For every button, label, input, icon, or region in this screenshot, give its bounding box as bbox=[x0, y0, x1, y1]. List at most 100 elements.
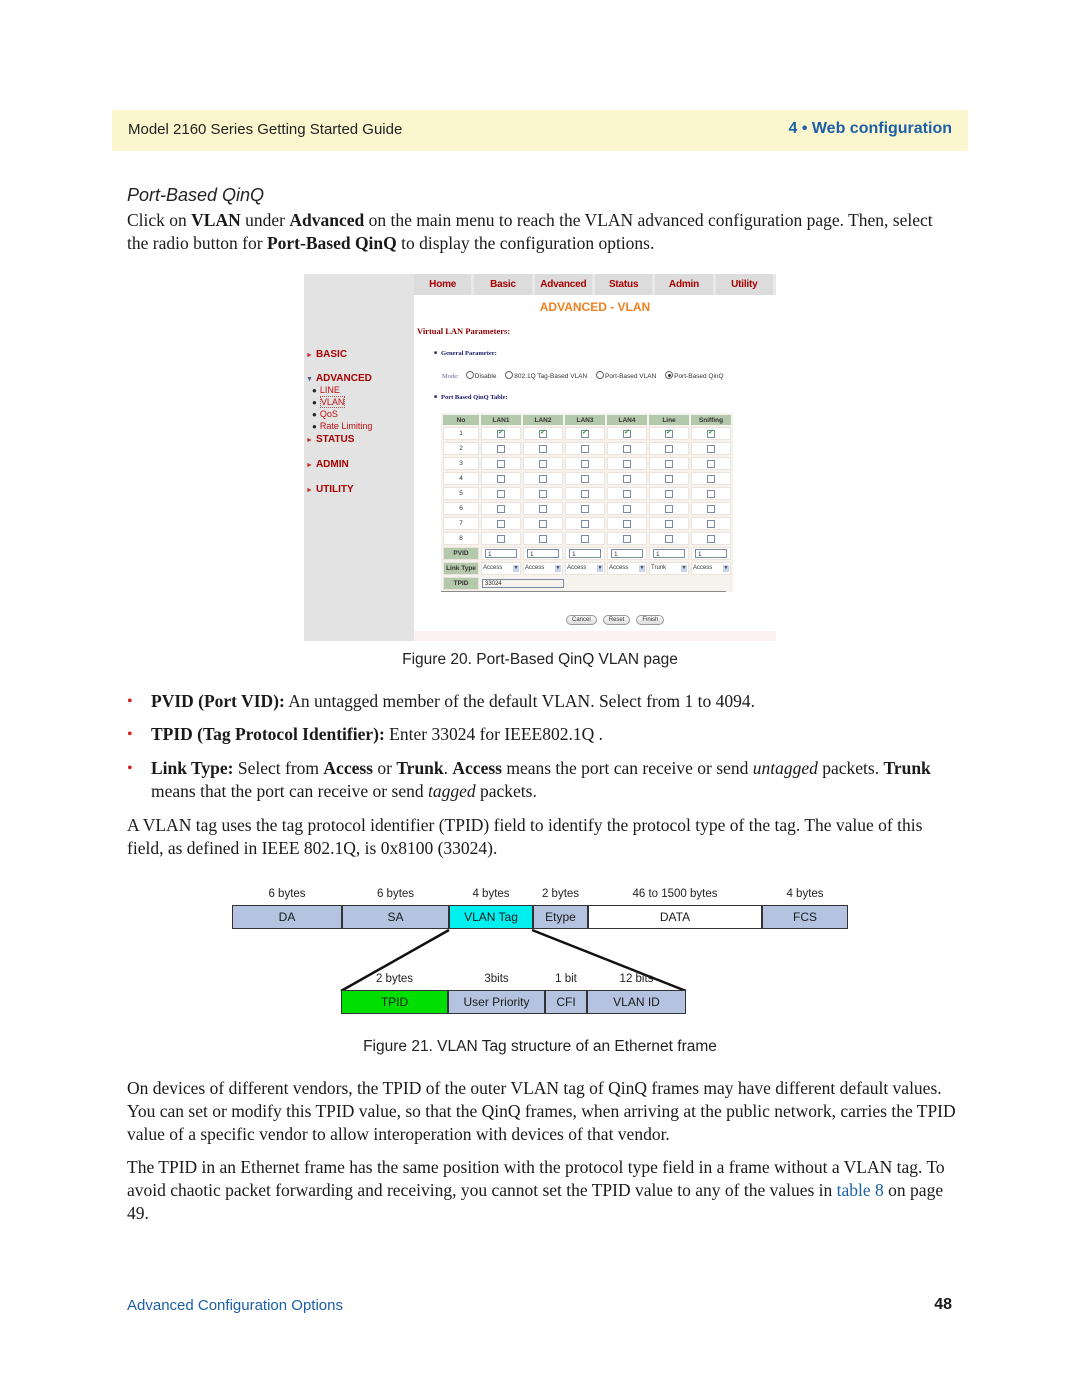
checkbox[interactable] bbox=[581, 489, 589, 498]
link-type-select[interactable]: Access ▼ bbox=[567, 564, 603, 573]
nav-status[interactable]: Status bbox=[594, 274, 653, 295]
checkbox[interactable] bbox=[665, 519, 673, 528]
checkbox-checked[interactable] bbox=[581, 428, 589, 438]
checkbox[interactable] bbox=[623, 474, 631, 483]
chevron-down-icon[interactable]: ▼ bbox=[639, 565, 645, 572]
mode-option-port-based-vlan[interactable]: Port-Based VLAN bbox=[595, 371, 656, 380]
link-type-select[interactable]: Access ▼ bbox=[483, 564, 519, 573]
nav-utility[interactable]: Utility bbox=[715, 274, 773, 295]
chevron-down-icon[interactable]: ▼ bbox=[513, 565, 519, 572]
chevron-down-icon[interactable]: ▼ bbox=[597, 565, 603, 572]
sidebar-advanced[interactable]: ▼ ADVANCED bbox=[306, 373, 372, 384]
checkbox[interactable] bbox=[497, 489, 505, 498]
checkbox[interactable] bbox=[581, 444, 589, 453]
checkbox[interactable] bbox=[665, 444, 673, 453]
checkbox[interactable] bbox=[539, 504, 547, 513]
checkbox[interactable] bbox=[707, 444, 715, 453]
checkbox[interactable] bbox=[623, 504, 631, 513]
checkbox[interactable] bbox=[539, 519, 547, 528]
checkbox[interactable] bbox=[707, 489, 715, 498]
checkbox[interactable] bbox=[581, 459, 589, 468]
table-8-link[interactable]: table 8 bbox=[837, 1180, 884, 1200]
general-parameter-label: General Parameter: bbox=[434, 350, 497, 357]
select-value: Access bbox=[693, 565, 713, 571]
checkbox[interactable] bbox=[581, 504, 589, 513]
pvid-input[interactable]: 1 bbox=[569, 549, 601, 558]
finish-button[interactable]: Finish bbox=[636, 615, 665, 625]
sidebar-item-rate-limiting[interactable]: ● Rate Limiting bbox=[312, 421, 372, 431]
chevron-down-icon[interactable]: ▼ bbox=[723, 565, 729, 572]
nav-advanced[interactable]: Advanced bbox=[534, 274, 592, 295]
checkbox-cell bbox=[481, 442, 521, 455]
link-type-select[interactable]: Access ▼ bbox=[525, 564, 561, 573]
link-type-select[interactable]: Access ▼ bbox=[609, 564, 645, 573]
mode-option-disable[interactable]: Disable bbox=[465, 371, 496, 380]
mode-option-tag-based[interactable]: 802.1Q Tag-Based VLAN bbox=[505, 371, 587, 380]
pvid-input[interactable]: 1 bbox=[485, 549, 517, 558]
checkbox[interactable] bbox=[623, 459, 631, 468]
checkbox[interactable] bbox=[665, 534, 673, 543]
mode-option-port-based-qinq[interactable]: Port-Based QinQ bbox=[665, 371, 724, 380]
column-header: LAN3 bbox=[565, 415, 605, 425]
checkbox[interactable] bbox=[497, 474, 505, 483]
sidebar-item-vlan[interactable]: ● VLAN bbox=[312, 396, 346, 408]
radio-button[interactable] bbox=[505, 371, 514, 379]
checkbox-cell bbox=[649, 472, 689, 485]
checkbox[interactable] bbox=[623, 444, 631, 453]
checkbox[interactable] bbox=[623, 519, 631, 528]
checkbox[interactable] bbox=[581, 534, 589, 543]
checkbox-checked[interactable] bbox=[623, 428, 631, 438]
checkbox[interactable] bbox=[581, 519, 589, 528]
checkbox[interactable] bbox=[707, 519, 715, 528]
radio-button[interactable] bbox=[595, 371, 604, 379]
pvid-input[interactable]: 1 bbox=[653, 549, 685, 558]
checkbox[interactable] bbox=[707, 474, 715, 483]
checkbox[interactable] bbox=[539, 534, 547, 543]
checkbox[interactable] bbox=[497, 534, 505, 543]
arrow-right-icon: ► bbox=[306, 462, 313, 469]
radio-button-selected[interactable] bbox=[665, 371, 674, 379]
checkbox[interactable] bbox=[539, 444, 547, 453]
checkbox[interactable] bbox=[707, 534, 715, 543]
sidebar-admin[interactable]: ► ADMIN bbox=[306, 459, 349, 470]
reset-button[interactable]: Reset bbox=[602, 615, 631, 625]
checkbox[interactable] bbox=[623, 534, 631, 543]
pvid-input[interactable]: 1 bbox=[611, 549, 643, 558]
pvid-input[interactable]: 1 bbox=[527, 549, 559, 558]
checkbox[interactable] bbox=[665, 459, 673, 468]
checkbox[interactable] bbox=[623, 489, 631, 498]
chevron-down-icon[interactable]: ▼ bbox=[555, 565, 561, 572]
sidebar-item-line[interactable]: ● LINE bbox=[312, 385, 340, 395]
sidebar-utility[interactable]: ► UTILITY bbox=[306, 484, 354, 495]
checkbox-checked[interactable] bbox=[707, 428, 715, 438]
checkbox[interactable] bbox=[665, 489, 673, 498]
checkbox[interactable] bbox=[497, 504, 505, 513]
checkbox[interactable] bbox=[707, 459, 715, 468]
link-type-select[interactable]: Access ▼ bbox=[693, 564, 729, 573]
checkbox[interactable] bbox=[497, 459, 505, 468]
nav-admin[interactable]: Admin bbox=[655, 274, 713, 295]
nav-home[interactable]: Home bbox=[414, 274, 472, 295]
checkbox[interactable] bbox=[539, 489, 547, 498]
checkbox[interactable] bbox=[581, 474, 589, 483]
checkbox[interactable] bbox=[665, 474, 673, 483]
sidebar-basic[interactable]: ► BASIC bbox=[306, 349, 347, 360]
tpid-input[interactable]: 33024 bbox=[482, 579, 564, 588]
checkbox[interactable] bbox=[539, 474, 547, 483]
checkbox[interactable] bbox=[497, 444, 505, 453]
radio-button[interactable] bbox=[465, 371, 474, 379]
checkbox[interactable] bbox=[539, 459, 547, 468]
checkbox[interactable] bbox=[707, 504, 715, 513]
link-type-select[interactable]: Trunk ▼ bbox=[651, 564, 687, 573]
checkbox[interactable] bbox=[665, 504, 673, 513]
pvid-input[interactable]: 1 bbox=[695, 549, 727, 558]
checkbox-checked[interactable] bbox=[539, 428, 547, 438]
sidebar-status[interactable]: ► STATUS bbox=[306, 434, 354, 445]
sidebar-item-qos[interactable]: ● QoS bbox=[312, 409, 338, 419]
nav-basic[interactable]: Basic bbox=[474, 274, 532, 295]
chevron-down-icon[interactable]: ▼ bbox=[681, 565, 687, 572]
cancel-button[interactable]: Cancel bbox=[566, 615, 597, 625]
checkbox-checked[interactable] bbox=[497, 428, 505, 438]
checkbox-checked[interactable] bbox=[665, 428, 673, 438]
checkbox[interactable] bbox=[497, 519, 505, 528]
